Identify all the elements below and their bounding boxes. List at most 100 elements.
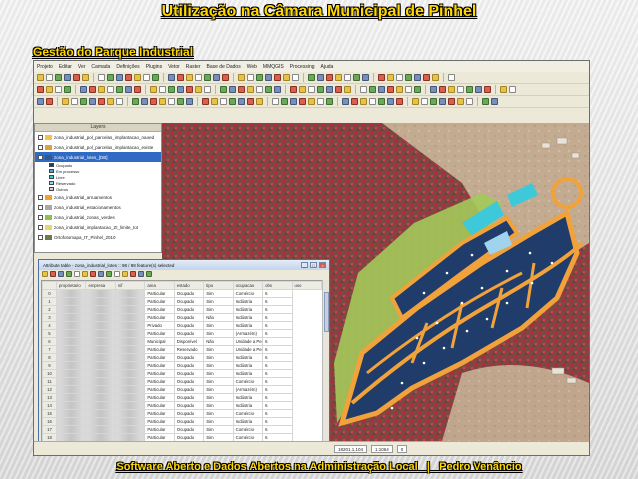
table-cell[interactable]: 6 (262, 369, 293, 378)
tool-button-icon[interactable] (247, 86, 254, 93)
rotation-field[interactable]: 0 (396, 444, 408, 453)
table-cell[interactable]: Indústria (232, 353, 264, 362)
attribute-tool-icon[interactable] (114, 271, 120, 277)
tool-button-icon[interactable] (211, 98, 218, 105)
menu-item[interactable]: Plugins (146, 64, 162, 70)
tool-button-icon[interactable] (274, 74, 281, 81)
table-cell[interactable] (55, 417, 87, 426)
table-cell[interactable] (55, 329, 87, 338)
tool-button-icon[interactable] (247, 74, 254, 81)
attribute-table-titlebar[interactable]: Attribute table - zona_industrial_lotes … (39, 260, 329, 270)
attribute-tool-icon[interactable] (138, 271, 144, 277)
table-row[interactable]: 15 Particular Ocupado Sim Comércio 6 (42, 409, 322, 418)
tool-button-icon[interactable] (98, 74, 105, 81)
tool-button-icon[interactable] (195, 86, 202, 93)
tool-button-icon[interactable] (55, 86, 62, 93)
tool-button-icon[interactable] (351, 98, 358, 105)
tool-button-icon[interactable] (186, 98, 193, 105)
tool-button-icon[interactable] (430, 86, 437, 93)
tool-button-icon[interactable] (396, 74, 403, 81)
tool-button-icon[interactable] (484, 86, 491, 93)
tool-button-icon[interactable] (378, 74, 385, 81)
layer-visibility-checkbox[interactable] (38, 224, 43, 230)
table-cell[interactable]: Sim (203, 417, 234, 426)
tool-button-icon[interactable] (256, 74, 263, 81)
tool-button-icon[interactable] (274, 86, 281, 93)
layer-visibility-checkbox[interactable] (38, 234, 43, 240)
vertical-scrollbar[interactable] (322, 280, 329, 444)
table-cell[interactable]: 6 (262, 289, 293, 298)
tool-button-icon[interactable] (116, 74, 123, 81)
table-cell[interactable]: Indústria (232, 321, 264, 330)
tool-button-icon[interactable] (308, 86, 315, 93)
tool-button-icon[interactable] (168, 86, 175, 93)
table-cell[interactable]: Indústria (232, 369, 264, 378)
table-row[interactable]: 4 Privado Ocupado Sim Indústria 6 (42, 321, 322, 330)
tool-button-icon[interactable] (116, 98, 123, 105)
table-cell[interactable] (114, 425, 146, 434)
table-cell[interactable]: Ocupado (173, 353, 205, 362)
tool-button-icon[interactable] (396, 98, 403, 105)
table-cell[interactable] (85, 401, 116, 410)
table-cell[interactable] (85, 361, 116, 370)
layer-visibility-checkbox[interactable] (38, 144, 43, 150)
table-cell[interactable]: 6 (262, 345, 293, 354)
table-cell[interactable] (55, 393, 87, 402)
attribute-tool-icon[interactable] (82, 271, 88, 277)
tool-button-icon[interactable] (46, 98, 53, 105)
table-cell[interactable]: Sim (203, 353, 234, 362)
layer-item[interactable]: zona_industrial_pol_parcelas_implantacao… (35, 132, 161, 142)
table-cell[interactable] (85, 353, 116, 362)
table-cell[interactable]: Ocupado (173, 361, 205, 370)
tool-button-icon[interactable] (448, 74, 455, 81)
column-header[interactable]: empresa (85, 281, 116, 290)
table-cell[interactable]: Comércio (232, 289, 264, 298)
tool-button-icon[interactable] (439, 98, 446, 105)
table-cell[interactable]: Privado (144, 321, 175, 330)
table-row[interactable]: 2 Particular Ocupado Sim Indústria 6 (42, 305, 322, 314)
table-cell[interactable]: Sim (203, 289, 234, 298)
row-number[interactable]: 6 (42, 337, 57, 346)
tool-button-icon[interactable] (238, 98, 245, 105)
table-cell[interactable] (114, 353, 146, 362)
tool-button-icon[interactable] (421, 98, 428, 105)
table-cell[interactable] (85, 305, 116, 314)
table-cell[interactable]: Unidade a Perfis (232, 345, 264, 354)
table-cell[interactable]: 6 (262, 337, 293, 346)
tool-button-icon[interactable] (448, 86, 455, 93)
tool-button-icon[interactable] (186, 86, 193, 93)
table-cell[interactable]: Sim (203, 393, 234, 402)
tool-button-icon[interactable] (37, 98, 44, 105)
table-cell[interactable]: 6 (262, 321, 293, 330)
table-cell[interactable]: Indústria (232, 401, 264, 410)
menu-item[interactable]: Processing (290, 64, 315, 70)
tool-button-icon[interactable] (299, 98, 306, 105)
tool-button-icon[interactable] (299, 86, 306, 93)
tool-button-icon[interactable] (168, 74, 175, 81)
table-cell[interactable] (55, 297, 87, 306)
tool-button-icon[interactable] (222, 74, 229, 81)
tool-button-icon[interactable] (290, 86, 297, 93)
menu-item[interactable]: Definições (116, 64, 139, 70)
table-cell[interactable]: Sim (203, 401, 234, 410)
table-cell[interactable]: Ocupado (173, 329, 205, 338)
tool-button-icon[interactable] (213, 74, 220, 81)
scale-field[interactable]: 1:1064 (371, 444, 393, 453)
table-cell[interactable]: Sim (203, 369, 234, 378)
maximize-button[interactable]: □ (310, 262, 317, 268)
layer-visibility-checkbox[interactable] (38, 204, 43, 210)
layer-visibility-checkbox[interactable] (38, 194, 43, 200)
attribute-tool-icon[interactable] (42, 271, 48, 277)
row-number[interactable]: 9 (42, 361, 57, 370)
table-cell[interactable]: Particular (144, 361, 175, 370)
table-row[interactable]: 14 Particular Ocupado Sim Indústria 6 (42, 401, 322, 410)
table-cell[interactable]: Não (203, 313, 234, 322)
table-cell[interactable]: Particular (144, 409, 175, 418)
table-cell[interactable]: Sim (203, 385, 234, 394)
tool-button-icon[interactable] (80, 98, 87, 105)
attribute-tool-icon[interactable] (66, 271, 72, 277)
row-number[interactable]: 2 (42, 305, 57, 314)
table-cell[interactable]: Indústria (232, 393, 264, 402)
table-cell[interactable]: Sim (203, 321, 234, 330)
table-row[interactable]: 6MunicipalDisponívelNãoUnidade a Perfis6 (42, 337, 322, 346)
